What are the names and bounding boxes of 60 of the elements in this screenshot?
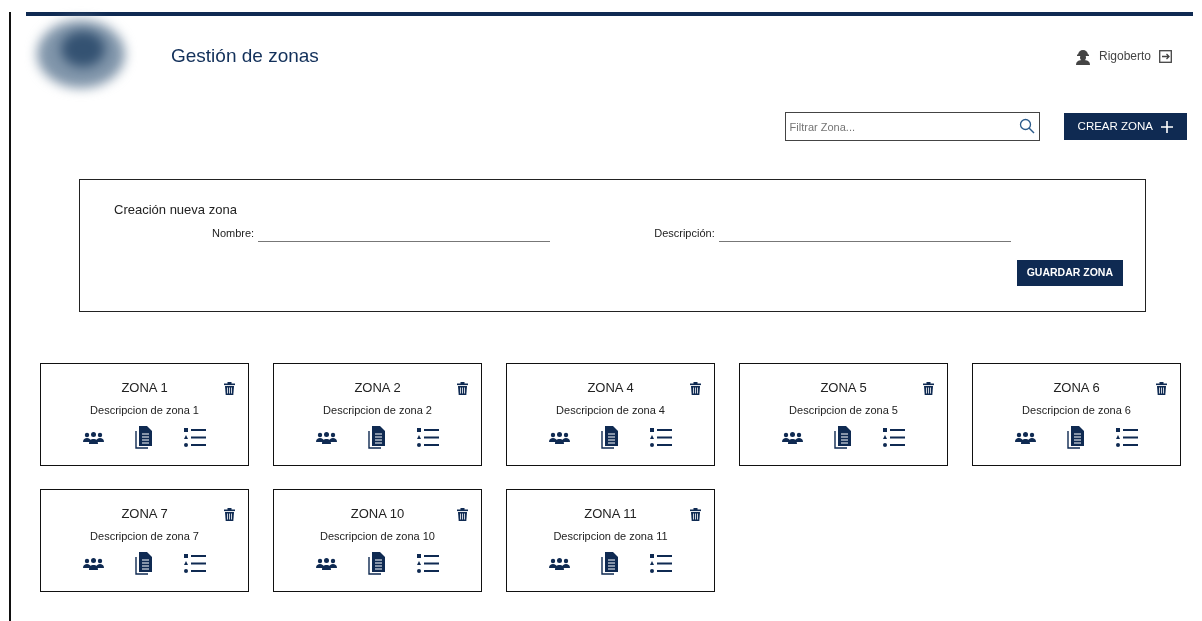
zone-description: Descripcion de zona 6 (1022, 402, 1131, 418)
list-icon[interactable] (184, 553, 207, 574)
user-name: Rigoberto (1098, 48, 1151, 65)
documents-icon[interactable] (368, 426, 386, 449)
group-icon[interactable] (1014, 431, 1036, 444)
documents-icon[interactable] (601, 426, 619, 449)
zone-name: ZONA 10 (350, 505, 405, 523)
trash-icon[interactable] (457, 382, 468, 395)
zone-name: ZONA 4 (587, 379, 634, 397)
page-title: Gestión de zonas (171, 43, 319, 68)
documents-icon[interactable] (1067, 426, 1085, 449)
trash-icon[interactable] (224, 382, 235, 395)
zone-description: Descripcion de zona 10 (320, 528, 435, 544)
save-zone-button[interactable]: GUARDAR ZONA (1016, 259, 1123, 286)
list-icon[interactable] (417, 427, 440, 448)
zone-description: Descripcion de zona 2 (323, 402, 432, 418)
zone-name: ZONA 6 (1053, 379, 1100, 397)
group-icon[interactable] (315, 557, 337, 570)
group-icon[interactable] (548, 431, 570, 444)
group-icon[interactable] (315, 431, 337, 444)
trash-icon[interactable] (457, 508, 468, 521)
documents-icon[interactable] (601, 552, 619, 575)
zone-description: Descripcion de zona 5 (789, 402, 898, 418)
list-icon[interactable] (650, 553, 673, 574)
documents-icon[interactable] (368, 552, 386, 575)
list-icon[interactable] (1116, 427, 1139, 448)
zone-name: ZONA 2 (354, 379, 401, 397)
zone-name: ZONA 5 (820, 379, 867, 397)
user-icon (1074, 47, 1091, 65)
group-icon[interactable] (548, 557, 570, 570)
documents-icon[interactable] (834, 426, 852, 449)
field-label: Descripción: (654, 226, 715, 241)
list-icon[interactable] (184, 427, 207, 448)
group-icon[interactable] (82, 431, 104, 444)
zone-description: Descripcion de zona 11 (553, 528, 668, 544)
group-icon[interactable] (781, 431, 803, 444)
list-icon[interactable] (883, 427, 906, 448)
trash-icon[interactable] (224, 508, 235, 521)
documents-icon[interactable] (135, 426, 153, 449)
trash-icon[interactable] (690, 508, 701, 521)
documents-icon[interactable] (135, 552, 153, 575)
trash-icon[interactable] (1156, 382, 1167, 395)
list-icon[interactable] (417, 553, 440, 574)
group-icon[interactable] (82, 557, 104, 570)
list-icon[interactable] (650, 427, 673, 448)
trash-icon[interactable] (923, 382, 934, 395)
zone-description: Descripcion de zona 4 (556, 402, 665, 418)
zone-name: ZONA 1 (121, 379, 168, 397)
search-icon (1018, 118, 1035, 134)
create-zone-button[interactable]: CREAR ZONA (1063, 113, 1187, 140)
zone-description: Descripcion de zona 7 (90, 528, 199, 544)
trash-icon[interactable] (690, 382, 701, 395)
form-title: Creación nueva zona (114, 201, 238, 219)
logout-icon[interactable] (1159, 49, 1172, 63)
field-label: Nombre: (212, 226, 255, 241)
plus-icon (1161, 120, 1173, 133)
zone-name: ZONA 11 (584, 505, 637, 523)
zone-name: ZONA 7 (121, 505, 168, 523)
zone-description: Descripcion de zona 1 (90, 402, 199, 418)
filter-field[interactable]: Filtrar Zona... (784, 112, 1040, 141)
